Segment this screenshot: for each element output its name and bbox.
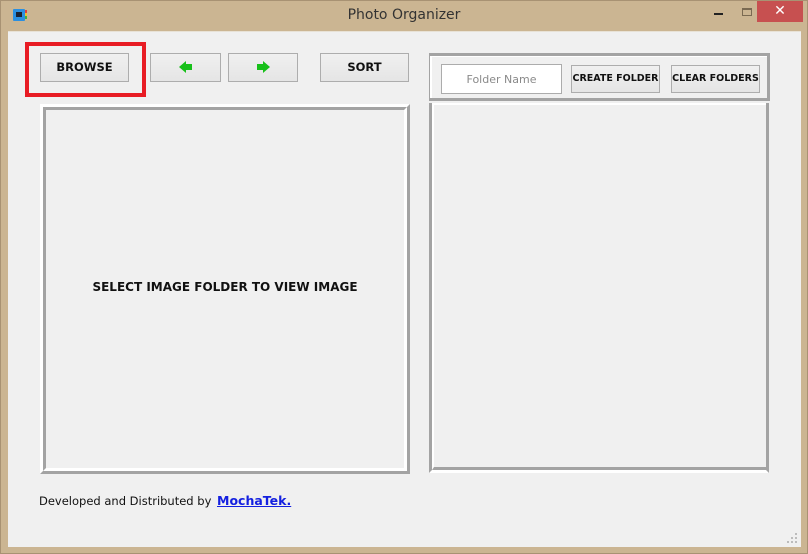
title-bar[interactable]: Photo Organizer ✕ (1, 1, 807, 31)
create-folder-button[interactable]: CREATE FOLDER (571, 65, 660, 93)
maximize-icon (742, 8, 752, 16)
resize-grip[interactable] (787, 533, 797, 543)
previous-image-button[interactable] (150, 53, 221, 82)
client-area: BROWSE SORT SELECT IMAGE FOLDER TO VIEW … (8, 31, 801, 547)
close-icon: ✕ (774, 3, 786, 19)
folder-name-input[interactable] (441, 64, 562, 94)
window-title: Photo Organizer (347, 7, 461, 23)
browse-button[interactable]: BROWSE (40, 53, 129, 82)
image-placeholder-text: SELECT IMAGE FOLDER TO VIEW IMAGE (92, 280, 358, 294)
image-viewer: SELECT IMAGE FOLDER TO VIEW IMAGE (40, 104, 410, 474)
app-window: Photo Organizer ✕ BROWSE SORT SELECT IMA… (0, 0, 808, 554)
arrow-right-icon (256, 60, 270, 73)
minimize-icon (714, 13, 723, 15)
clear-folders-button[interactable]: CLEAR FOLDERS (671, 65, 760, 93)
folder-list[interactable] (429, 103, 769, 473)
mochatek-link[interactable]: MochaTek. (217, 493, 291, 508)
next-image-button[interactable] (228, 53, 298, 82)
close-button[interactable]: ✕ (757, 1, 803, 22)
footer-text: Developed and Distributed by (39, 494, 212, 508)
folder-toolbar: CREATE FOLDER CLEAR FOLDERS (429, 53, 770, 101)
image-viewer-inner: SELECT IMAGE FOLDER TO VIEW IMAGE (43, 107, 407, 471)
minimize-button[interactable] (706, 1, 732, 22)
arrow-left-icon (178, 60, 193, 73)
sort-button[interactable]: SORT (320, 53, 409, 82)
footer: Developed and Distributed by MochaTek. (39, 493, 291, 508)
